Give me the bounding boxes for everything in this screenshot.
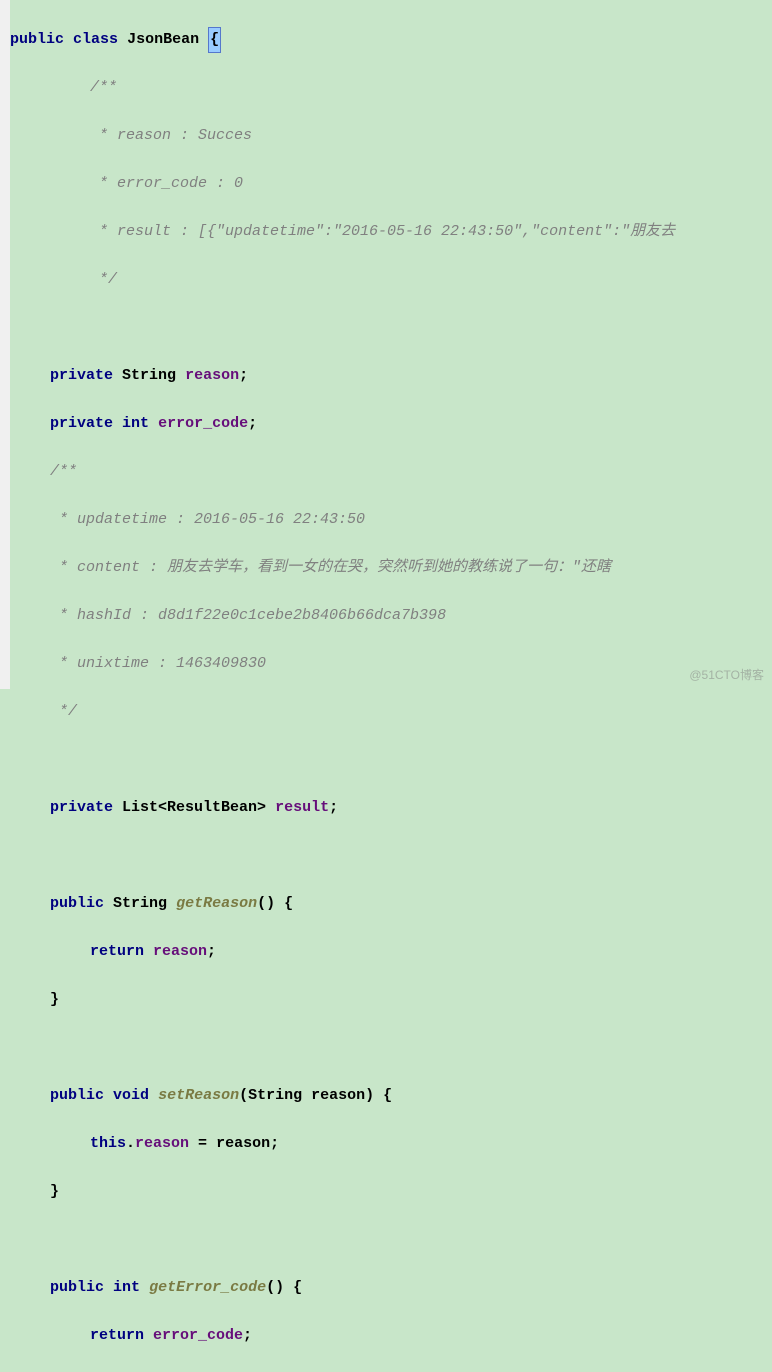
code-line: */ [10, 268, 772, 292]
code-line: /** [10, 460, 772, 484]
keyword-this: this [90, 1132, 126, 1156]
code-line: } [10, 1180, 772, 1204]
code-line: this.reason = reason; [10, 1132, 772, 1156]
type: List<ResultBean> [122, 796, 266, 820]
keyword-private: private [50, 412, 113, 436]
keyword-int: int [113, 1276, 140, 1300]
method-name: getReason [176, 892, 257, 916]
code-line: return error_code; [10, 1324, 772, 1348]
keyword-return: return [90, 1324, 144, 1348]
code-line [10, 748, 772, 772]
code-line: public int getError_code() { [10, 1276, 772, 1300]
identifier: reason [135, 1132, 189, 1156]
method-name: getError_code [149, 1276, 266, 1300]
brace: { [284, 1276, 302, 1300]
comment: * unixtime : 1463409830 [50, 652, 266, 676]
comment: * error_code : 0 [90, 172, 243, 196]
keyword-public: public [10, 28, 64, 52]
keyword-public: public [50, 892, 104, 916]
code-line [10, 1228, 772, 1252]
gutter [0, 0, 10, 689]
watermark: @51CTO博客 [689, 666, 764, 683]
class-name: JsonBean [127, 28, 199, 52]
code-line: return reason; [10, 940, 772, 964]
code-line: * content : 朋友去学车，看到一女的在哭，突然听到她的教练说了一句："… [10, 556, 772, 580]
keyword-public: public [50, 1084, 104, 1108]
code-line: private List<ResultBean> result; [10, 796, 772, 820]
keyword-void: void [113, 1084, 149, 1108]
param-name: reason [302, 1084, 365, 1108]
semicolon: ; [248, 412, 257, 436]
code-line: * reason : Succes [10, 124, 772, 148]
parens: () [266, 1276, 284, 1300]
field-name: reason [185, 364, 239, 388]
code-line: * hashId : d8d1f22e0c1cebe2b8406b66dca7b… [10, 604, 772, 628]
semicolon: ; [329, 796, 338, 820]
comment: */ [50, 700, 77, 724]
field-name: result [275, 796, 329, 820]
keyword-private: private [50, 796, 113, 820]
brace: } [50, 988, 59, 1012]
equals: = [189, 1132, 216, 1156]
parens: () [257, 892, 275, 916]
brace: { [374, 1084, 392, 1108]
type: String [248, 1084, 302, 1108]
keyword-return: return [90, 940, 144, 964]
brace-highlight: { [208, 27, 221, 53]
code-line: public String getReason() { [10, 892, 772, 916]
type: String [122, 364, 176, 388]
comment: /** [50, 460, 77, 484]
code-line [10, 316, 772, 340]
comment: /** [90, 76, 117, 100]
code-line: * result : [{"updatetime":"2016-05-16 22… [10, 220, 772, 244]
brace: } [50, 1180, 59, 1204]
code-line: private int error_code; [10, 412, 772, 436]
semicolon: ; [243, 1324, 252, 1348]
keyword-public: public [50, 1276, 104, 1300]
comment: */ [90, 268, 117, 292]
field-name: error_code [158, 412, 248, 436]
code-line: public void setReason(String reason) { [10, 1084, 772, 1108]
type: String [113, 892, 167, 916]
brace: { [275, 892, 293, 916]
code-line: private String reason; [10, 364, 772, 388]
paren-close: ) [365, 1084, 374, 1108]
keyword-int: int [122, 412, 149, 436]
comment: * result : [{"updatetime":"2016-05-16 22… [90, 220, 675, 244]
code-line [10, 1036, 772, 1060]
comment: * reason : Succes [90, 124, 252, 148]
identifier: error_code [153, 1324, 243, 1348]
code-line: } [10, 988, 772, 1012]
dot: . [126, 1132, 135, 1156]
keyword-class: class [73, 28, 118, 52]
identifier: reason [153, 940, 207, 964]
code-line: * unixtime : 1463409830 [10, 652, 772, 676]
value: reason; [216, 1132, 279, 1156]
semicolon: ; [207, 940, 216, 964]
comment: * updatetime : 2016-05-16 22:43:50 [50, 508, 365, 532]
comment: * content : 朋友去学车，看到一女的在哭，突然听到她的教练说了一句："… [50, 556, 611, 580]
comment: * hashId : d8d1f22e0c1cebe2b8406b66dca7b… [50, 604, 446, 628]
semicolon: ; [239, 364, 248, 388]
keyword-private: private [50, 364, 113, 388]
code-line: public class JsonBean { [10, 28, 772, 52]
code-line: * updatetime : 2016-05-16 22:43:50 [10, 508, 772, 532]
code-line: /** [10, 76, 772, 100]
code-editor[interactable]: public class JsonBean { /** * reason : S… [0, 0, 772, 1372]
code-line [10, 844, 772, 868]
code-line: * error_code : 0 [10, 172, 772, 196]
method-name: setReason [158, 1084, 239, 1108]
code-line: */ [10, 700, 772, 724]
paren-open: ( [239, 1084, 248, 1108]
